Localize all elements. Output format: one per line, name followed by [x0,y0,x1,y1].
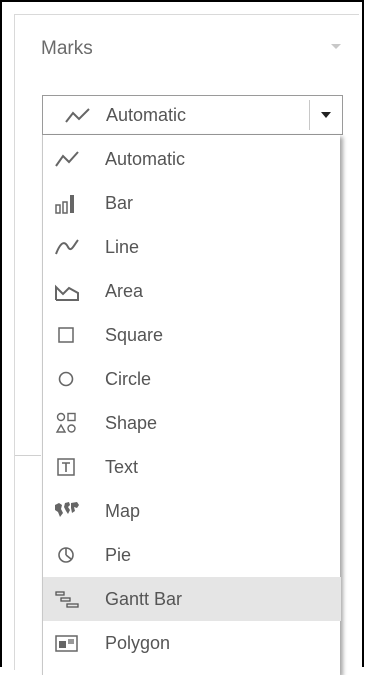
menu-item-label: Circle [105,369,152,389]
text-icon [53,453,81,481]
line-chart-icon [53,233,81,261]
menu-item-circle[interactable]: Circle [43,357,341,401]
mark-type-menu: Automatic Bar Line Area Square Circle Sh… [42,135,341,675]
menu-item-label: Area [105,281,144,301]
marks-card-title: Marks [41,38,93,59]
menu-item-label: Polygon [105,633,171,653]
menu-item-pie[interactable]: Pie [43,533,341,577]
chevron-down-icon[interactable] [321,112,331,118]
shape-icon [53,409,81,437]
pie-icon [53,541,81,569]
area-chart-icon [53,277,81,305]
dropdown-separator [309,100,310,130]
menu-item-label: Map [105,501,141,521]
menu-item-line[interactable]: Line [43,225,341,269]
polygon-icon [53,629,81,657]
map-icon [53,497,81,525]
menu-item-label: Line [105,237,140,257]
menu-item-label: Text [105,457,139,477]
card-divider [15,455,41,456]
menu-item-square[interactable]: Square [43,313,341,357]
circle-icon [53,365,81,393]
mark-type-dropdown[interactable]: Automatic [42,95,343,135]
menu-item-shape[interactable]: Shape [43,401,341,445]
menu-item-bar[interactable]: Bar [43,181,341,225]
menu-item-map[interactable]: Map [43,489,341,533]
menu-item-polygon[interactable]: Polygon [43,621,341,665]
menu-item-label: Gantt Bar [105,589,183,609]
menu-item-label: Bar [105,193,134,213]
menu-item-label: Automatic [105,149,186,169]
card-menu-caret-icon[interactable] [331,44,341,49]
automatic-line-icon [64,106,92,131]
menu-item-text[interactable]: Text [43,445,341,489]
square-icon [53,321,81,349]
menu-item-automatic[interactable]: Automatic [43,137,341,181]
automatic-line-icon [53,145,81,173]
bar-chart-icon [53,189,81,217]
menu-item-label: Shape [105,413,158,433]
gantt-bar-icon [53,585,81,613]
mark-type-selected-label: Automatic [106,105,187,125]
menu-item-gantt-bar[interactable]: Gantt Bar [43,577,341,621]
menu-item-area[interactable]: Area [43,269,341,313]
menu-item-label: Pie [105,545,132,565]
menu-item-label: Square [105,325,164,345]
